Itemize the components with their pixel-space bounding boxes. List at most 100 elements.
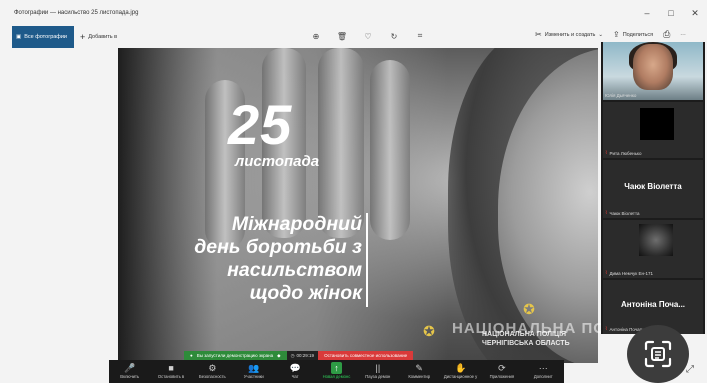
more-controls-button[interactable]: ··· Дополнит <box>523 360 564 379</box>
annotate-button[interactable]: ✎ Комментир <box>399 360 440 379</box>
unmute-button[interactable]: 🎤 Включить <box>109 360 150 379</box>
participant-name: Юлія Дьяченко <box>605 93 637 98</box>
print-icon[interactable]: ⎙ <box>663 29 670 40</box>
control-label: Новая демонс <box>322 374 351 379</box>
more-button[interactable]: ··· <box>680 32 686 38</box>
headline-line: насильством <box>227 259 362 281</box>
minimize-button[interactable]: – <box>635 0 659 26</box>
headline-divider <box>366 213 368 307</box>
security-button[interactable]: ⚙ Безопасность <box>192 360 233 379</box>
participant-name-label: ⌇ Чаюк Віолетта <box>605 210 640 216</box>
shield-icon: ◆ <box>277 352 281 358</box>
participants-button[interactable]: 👥 Участники <box>233 360 274 379</box>
stop-share-button[interactable]: Остановить совместное использование <box>318 351 414 360</box>
sharing-indicator: ● Вы запустили демонстрацию экрана ◆ <box>184 351 287 360</box>
participant-tile[interactable]: Чаюк Віолетта ⌇ Чаюк Віолетта <box>603 160 703 218</box>
poster-finger <box>318 48 364 238</box>
mic-muted-icon: ⌇ <box>605 150 608 156</box>
more-icon: ··· <box>538 363 548 373</box>
chat-icon: 💬 <box>289 363 301 373</box>
chat-button[interactable]: 💬 Чат <box>274 360 315 379</box>
apps-button[interactable]: ⟳ Приложения <box>481 360 522 379</box>
participant-name-label: ⌇ Дима Немчук Ен-171 <box>605 270 653 276</box>
clock-icon: ◷ <box>290 352 295 358</box>
delete-icon[interactable]: 🗑 <box>336 29 348 43</box>
control-label: Остановить в <box>157 374 185 379</box>
control-label: Дистанционное у <box>443 374 478 379</box>
scan-text-icon <box>644 340 672 368</box>
edit-icon: ✂ <box>535 30 542 39</box>
participant-video <box>639 224 673 256</box>
edit-create-button[interactable]: ✂ Изменить и создать ⌄ <box>535 30 603 39</box>
control-label: Чат <box>291 374 299 379</box>
rotate-icon[interactable]: ↻ <box>388 29 400 43</box>
police-region-line: НАЦІОНАЛЬНА ПОЛІЦІЯ <box>482 331 567 338</box>
participant-panel: Юлія Дьяченко ⌇ Рита Любенько Чаюк Віоле… <box>601 42 705 334</box>
headline-line: щодо жінок <box>249 282 362 304</box>
police-region-line: ЧЕРНІГІВСЬКА ОБЛАСТЬ <box>482 340 570 347</box>
window-controls: – □ ✕ <box>635 0 707 26</box>
share-button[interactable]: ⇪ Поделиться <box>613 30 653 39</box>
stop-share-label: Остановить совместное использование <box>324 353 408 358</box>
control-label: Участники <box>243 374 264 379</box>
share-icon: ⇪ <box>613 30 620 39</box>
share-timer: ◷ 00:29:19 <box>286 351 319 360</box>
new-share-button[interactable]: ↑ Новая демонс <box>316 360 357 379</box>
maximize-button[interactable]: □ <box>659 0 683 26</box>
participant-name-label: ⌇ Рита Любенько <box>605 150 641 156</box>
participant-name: Рита Любенько <box>609 150 642 156</box>
participant-tile[interactable]: ⌇ Рита Любенько <box>603 102 703 158</box>
sharing-text: Вы запустили демонстрацию экрана <box>196 353 274 358</box>
participant-name: Чаюк Віолетта <box>609 210 640 216</box>
add-to-button[interactable]: + Добавить в <box>80 29 117 45</box>
pencil-icon: ✎ <box>415 363 423 373</box>
expand-icon[interactable]: ⤢ <box>686 364 694 375</box>
headline-line: день боротьби з <box>194 236 362 258</box>
control-label: Пауза демон <box>365 374 391 379</box>
participants-icon: 👥 <box>248 363 260 373</box>
all-photos-button[interactable]: ▣ Все фотографии <box>12 26 74 48</box>
mic-muted-icon: ⌇ <box>605 270 608 276</box>
image-tools: ⊕ 🗑 ♡ ↻ ⌗ <box>310 29 426 43</box>
headline-line: Міжнародний <box>231 213 362 235</box>
title-bar: Фотографии — насильство 25 листопада.jpg… <box>0 0 707 26</box>
participant-tile[interactable]: ⌇ Дима Немчук Ен-171 <box>603 220 703 278</box>
participant-tile[interactable]: Юлія Дьяченко <box>603 42 703 100</box>
remote-control-button[interactable]: ✋ Дистанционное у <box>440 360 481 379</box>
photos-icon: ▣ <box>16 34 22 40</box>
favorite-icon[interactable]: ♡ <box>362 29 374 43</box>
zoom-icon[interactable]: ⊕ <box>310 29 322 43</box>
police-emblem-icon: ✪ <box>523 300 535 317</box>
poster-finger <box>370 60 410 240</box>
poster-day: 25 <box>228 93 293 156</box>
participant-big-name: Чаюк Віолетта <box>624 182 682 191</box>
chevron-down-icon: ⌄ <box>598 31 603 38</box>
pause-icon: || <box>375 363 381 373</box>
photos-app-window: Фотографии — насильство 25 листопада.jpg… <box>0 0 707 383</box>
control-label: Включить <box>120 374 140 379</box>
control-label: Безопасность <box>199 374 226 379</box>
poster-month: листопада <box>234 153 320 170</box>
mic-muted-icon: ⌇ <box>605 210 608 216</box>
share-label: Поделиться <box>622 31 654 38</box>
participant-big-name: Антоніна Поча... <box>620 300 686 309</box>
all-photos-label: Все фотографии <box>24 34 67 40</box>
police-emblem-icon: ✪ <box>423 322 435 339</box>
share-screen-icon: ↑ <box>331 362 342 374</box>
crop-icon[interactable]: ⌗ <box>414 29 426 43</box>
pause-share-button[interactable]: || Пауза демон <box>357 360 398 379</box>
participant-video <box>640 108 674 140</box>
timer-value: 00:29:19 <box>296 353 315 358</box>
security-icon: ⚙ <box>208 363 217 373</box>
mic-muted-icon: ⌇ <box>605 326 608 332</box>
stop-video-button[interactable]: ■ Остановить в <box>150 360 191 379</box>
plus-icon: + <box>80 32 86 42</box>
control-label: Приложения <box>489 374 515 379</box>
participant-video <box>633 44 673 90</box>
control-label: Комментир <box>408 374 431 379</box>
close-button[interactable]: ✕ <box>683 0 707 26</box>
scan-text-button[interactable] <box>627 325 689 383</box>
add-to-label: Добавить в <box>88 34 118 40</box>
apps-icon: ⟳ <box>498 363 506 373</box>
remote-control-icon: ✋ <box>454 363 467 373</box>
